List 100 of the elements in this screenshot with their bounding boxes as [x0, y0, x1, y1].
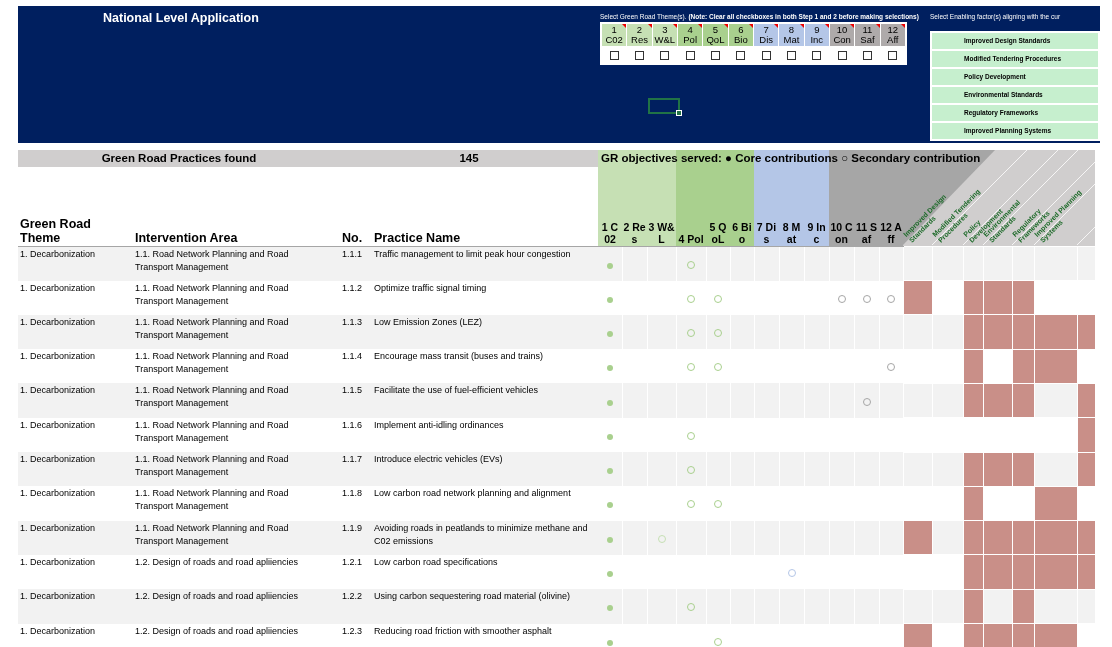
table-cell: 1.1. Road Network Planning and Road Transport Management — [133, 383, 340, 418]
theme-header: 1 C02 — [602, 24, 627, 46]
column-header: 5 QoL — [706, 167, 730, 247]
table-cell: 1.2. Design of roads and road apliiencies — [133, 589, 340, 624]
column-header: 3 W&L — [647, 167, 676, 247]
table-cell: 1. Decarbonization — [18, 623, 133, 647]
theme-header: 9 Inc — [804, 24, 829, 46]
checkbox[interactable] — [888, 51, 898, 60]
table-cell: Using carbon sequestering road material (olivine) — [372, 589, 598, 624]
table-cell: 1.1.5 — [340, 383, 372, 418]
table-cell: 1.1.9 — [340, 520, 372, 555]
selected-cell[interactable] — [648, 98, 680, 114]
theme-header: 4 Pol — [678, 24, 703, 46]
table-cell: Avoiding roads in peatlands to minimize methane and C02 emissions — [372, 520, 598, 555]
checkbox[interactable] — [862, 51, 872, 60]
checkbox[interactable] — [685, 51, 695, 60]
table-cell: Implement anti-idling ordinances — [372, 417, 598, 453]
table-cell: 1.1.3 — [340, 314, 372, 350]
table-cell: 1.1. Road Network Planning and Road Transport Management — [133, 452, 340, 487]
core-dot — [606, 262, 613, 269]
table-cell: 1. Decarbonization — [18, 349, 133, 384]
column-header: 11 Saf — [854, 167, 879, 247]
table-cell: Traffic management to limit peak hour congestion — [372, 246, 598, 281]
table-cell: 1. Decarbonization — [18, 314, 133, 350]
table-cell: 1. Decarbonization — [18, 589, 133, 624]
table-cell: 1.2.3 — [340, 623, 372, 647]
checkbox[interactable] — [786, 51, 796, 60]
table-cell: 1.1. Road Network Planning and Road Transport Management — [133, 520, 340, 555]
table-cell: Reducing road friction with smoother asphalt — [372, 623, 598, 647]
table-cell: 1.2.2 — [340, 589, 372, 624]
checkbox[interactable] — [635, 51, 644, 60]
column-header: No. — [340, 167, 372, 247]
column-header: 8 Mat — [779, 167, 804, 247]
table-cell: 1. Decarbonization — [18, 486, 133, 521]
core-dot — [606, 502, 613, 509]
table-cell: 1.1.6 — [340, 417, 372, 453]
table-cell: 1.2.1 — [340, 554, 372, 590]
core-dot — [606, 468, 613, 475]
table-cell: Low Emission Zones (LEZ) — [372, 314, 598, 350]
checkbox[interactable] — [761, 51, 771, 60]
column-header: Green Road Theme — [18, 167, 133, 247]
table-cell: 1.1.4 — [340, 349, 372, 384]
column-header: 12 Aff — [879, 167, 904, 247]
table-cell: Low carbon road network planning and alignment — [372, 486, 598, 521]
table-cell: 1. Decarbonization — [18, 383, 133, 418]
core-dot — [606, 433, 613, 440]
table-cell: Encourage mass transit (buses and trains) — [372, 349, 598, 384]
table-cell: 1.1.8 — [340, 486, 372, 521]
table-cell: 1. Decarbonization — [18, 554, 133, 590]
theme-header: 5 QoL — [703, 24, 728, 46]
column-header: 10 Con — [829, 167, 854, 247]
table-cell: 1. Decarbonization — [18, 280, 133, 315]
legend-text: GR objectives served: ● Core contributions ○ Secondary contribution — [601, 152, 981, 164]
table-cell: Optimize traffic signal timing — [372, 280, 598, 315]
summary-count: 145 — [340, 150, 598, 168]
checkbox[interactable] — [710, 51, 720, 60]
column-header: Intervention Area — [133, 167, 340, 247]
table-cell: 1. Decarbonization — [18, 520, 133, 555]
theme-header: 2 Res — [627, 24, 652, 46]
table-cell: 1.1.7 — [340, 452, 372, 487]
theme-header: 12 Aff — [880, 24, 905, 46]
checkbox[interactable] — [609, 51, 619, 60]
column-header: 7 Dis — [754, 167, 779, 247]
table-cell: 1.1. Road Network Planning and Road Transport Management — [133, 280, 340, 315]
checkbox[interactable] — [837, 51, 847, 60]
table-cell: 1.1. Road Network Planning and Road Transport Management — [133, 349, 340, 384]
table-cell: 1.1.2 — [340, 280, 372, 315]
table-cell: Low carbon road specifications — [372, 554, 598, 590]
column-header: 6 Bio — [730, 167, 754, 247]
core-dot — [606, 639, 613, 646]
checkbox[interactable] — [736, 51, 746, 60]
table-cell: 1.1. Road Network Planning and Road Transport Management — [133, 417, 340, 453]
core-dot — [606, 331, 613, 337]
table-cell: Facilitate the use of fuel-efficient vehicles — [372, 383, 598, 418]
checkbox[interactable] — [812, 51, 822, 60]
core-dot — [606, 571, 613, 578]
table-cell: 1.2. Design of roads and road apliiencies — [133, 554, 340, 590]
table-cell: Introduce electric vehicles (EVs) — [372, 452, 598, 487]
column-header: 2 Res — [622, 167, 647, 247]
core-dot — [606, 365, 613, 372]
theme-header: 3 W&L — [652, 24, 677, 46]
core-dot — [606, 605, 613, 612]
table-cell: 1.1. Road Network Planning and Road Transport Management — [133, 314, 340, 350]
column-header: 9 Inc — [804, 167, 829, 247]
theme-header: 11 Saf — [855, 24, 880, 46]
theme-header: 10 Con — [829, 24, 855, 46]
theme-header: 7 Dis — [753, 24, 779, 46]
table-cell: 1. Decarbonization — [18, 246, 133, 281]
column-header: 4 Pol — [676, 167, 706, 247]
summary-label: Green Road Practices found — [18, 150, 340, 168]
table-cell: 1.1.1 — [340, 246, 372, 281]
theme-header: 6 Bio — [728, 24, 753, 46]
app-title: National Level Application — [103, 10, 260, 27]
core-dot — [606, 399, 613, 406]
checkbox[interactable] — [660, 51, 670, 60]
column-header: 1 C02 — [598, 167, 622, 247]
core-dot — [606, 296, 613, 303]
table-cell: 1.2. Design of roads and road apliiencies — [133, 623, 340, 647]
table-cell: 1.1. Road Network Planning and Road Transport Management — [133, 486, 340, 521]
core-dot — [606, 536, 613, 543]
